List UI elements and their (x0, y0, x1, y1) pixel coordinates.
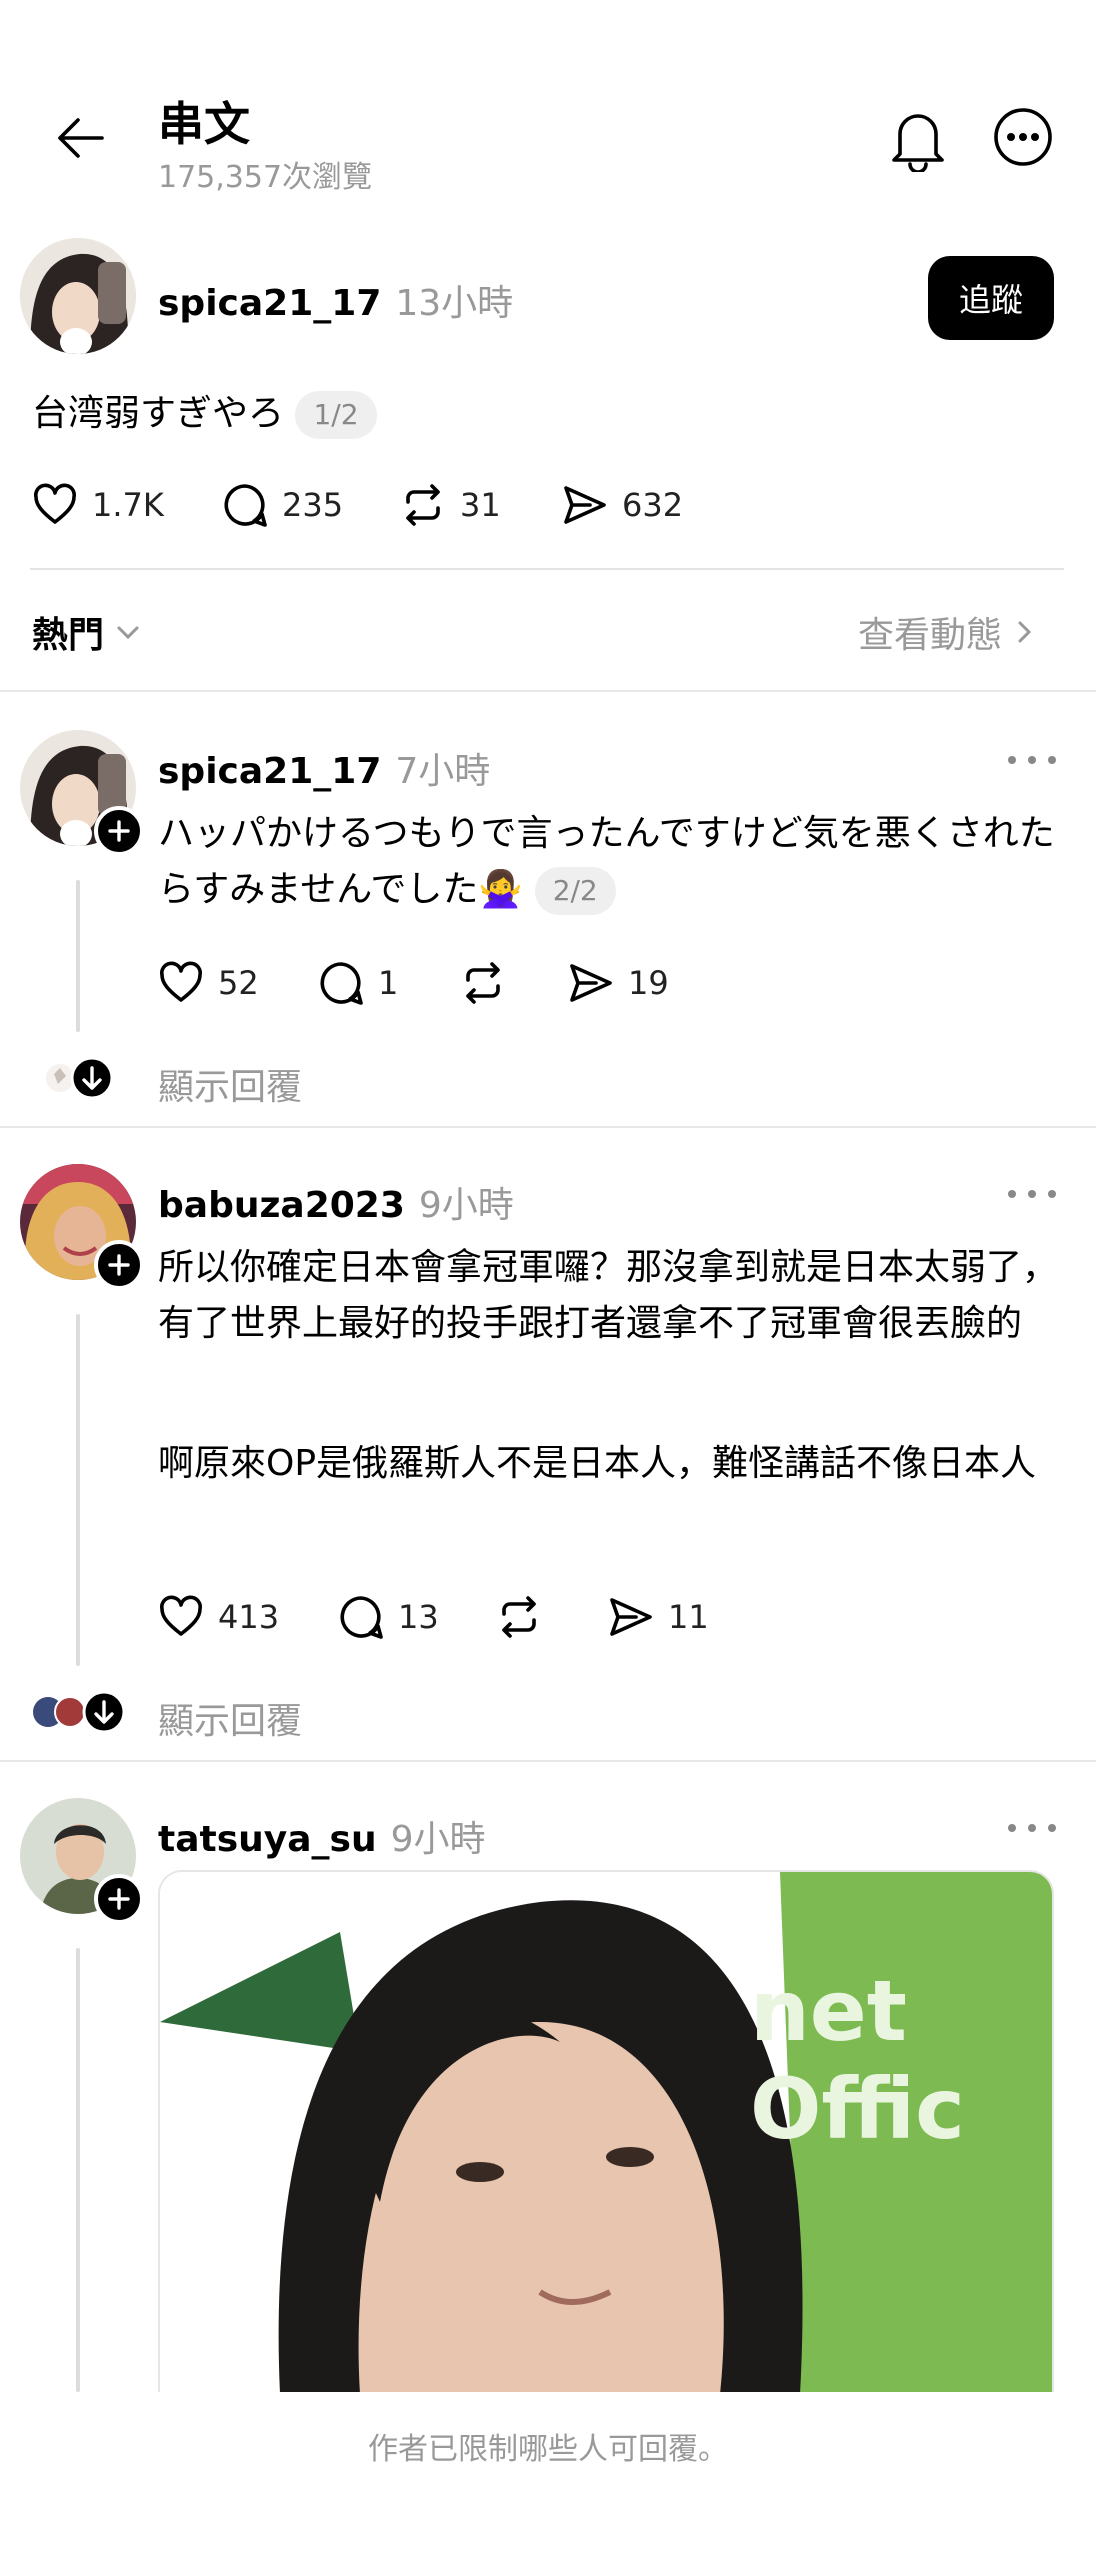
view-activity-link[interactable]: 查看動態 (858, 606, 1038, 658)
reply-text: 所以你確定日本會拿冠軍囉？那沒拿到就是日本太弱了，有了世界上最好的投手跟打者還拿… (158, 1247, 1059, 1344)
share-button[interactable]: 632 (562, 482, 683, 528)
thread-line (76, 880, 80, 1032)
heart-icon (34, 483, 76, 524)
reply-more-button[interactable] (1008, 752, 1056, 768)
show-replies-link[interactable]: 顯示回覆 (158, 1058, 302, 1110)
reply-time: 7小時 (395, 751, 491, 792)
repost-icon (406, 484, 440, 526)
repost-button[interactable] (496, 1594, 542, 1640)
post-time: 13小時 (395, 283, 514, 324)
follow-plus-button[interactable] (94, 1874, 144, 1924)
reply-page-indicator: 2/2 (534, 867, 616, 915)
follow-plus-button[interactable] (94, 1240, 144, 1290)
follow-button[interactable]: 追蹤 (928, 256, 1054, 340)
share-count: 19 (628, 964, 669, 1002)
like-button[interactable]: 52 (158, 960, 259, 1006)
section-divider (0, 1760, 1096, 1762)
back-button[interactable] (50, 108, 110, 168)
repost-icon (466, 962, 500, 1004)
avatar[interactable] (20, 238, 136, 354)
post-username[interactable]: spica21_17 (158, 283, 381, 324)
sort-label: 熱門 (32, 615, 105, 656)
reply-username[interactable]: spica21_17 (158, 751, 381, 792)
thread-line (76, 1314, 80, 1666)
share-button[interactable]: 11 (608, 1594, 709, 1640)
view-count: 175,357次瀏覽 (158, 160, 373, 195)
repost-count: 31 (460, 486, 501, 524)
share-button[interactable]: 19 (568, 960, 669, 1006)
follow-plus-button[interactable] (94, 806, 144, 856)
chevron-right-icon (1018, 621, 1032, 643)
reply-restriction-notice: 作者已限制哪些人可回覆。 (368, 2432, 728, 2467)
comment-button[interactable]: 13 (338, 1594, 439, 1640)
plus-icon (108, 1254, 130, 1276)
post-page-indicator: 1/2 (295, 391, 377, 439)
comment-count: 235 (282, 486, 344, 524)
thread-line (76, 1948, 80, 2392)
send-icon (570, 964, 612, 1002)
share-count: 11 (668, 1598, 709, 1636)
repost-button[interactable]: 31 (400, 482, 501, 528)
page-title: 串文 (158, 97, 250, 151)
reply-more-button[interactable] (1008, 1186, 1056, 1202)
like-count: 413 (218, 1598, 280, 1636)
reply-image[interactable]: net Offic (158, 1870, 1054, 2392)
comment-icon (224, 484, 267, 527)
reply-username[interactable]: babuza2023 (158, 1185, 405, 1226)
plus-icon (108, 1888, 130, 1910)
heart-icon (160, 961, 202, 1002)
comment-icon (320, 962, 363, 1005)
plus-icon (108, 820, 130, 842)
reply-text-paragraph-2: 啊原來OP是俄羅斯人不是日本人，難怪講話不像日本人 (158, 1443, 1037, 1484)
comment-button[interactable]: 1 (318, 960, 398, 1006)
sort-dropdown[interactable]: 熱門 (32, 606, 142, 658)
back-arrow-icon (58, 118, 104, 158)
footer-bar (0, 2392, 1096, 2560)
reply-username[interactable]: tatsuya_su (158, 1819, 377, 1860)
send-icon (564, 486, 606, 524)
share-count: 632 (622, 486, 684, 524)
like-count: 1.7K (92, 486, 164, 524)
like-count: 52 (218, 964, 259, 1002)
like-button[interactable]: 1.7K (32, 482, 164, 528)
image-sign-text: net Offic (750, 1962, 965, 2158)
post-text: 台湾弱すぎやろ (32, 393, 285, 434)
section-divider (0, 1126, 1096, 1128)
comment-count: 1 (378, 964, 399, 1002)
replier-avatars (44, 1056, 116, 1100)
repost-button[interactable] (460, 960, 506, 1006)
show-replies-link[interactable]: 顯示回覆 (158, 1692, 302, 1744)
replier-avatars (32, 1690, 128, 1734)
heart-icon (160, 1595, 202, 1636)
comment-count: 13 (398, 1598, 439, 1636)
repost-icon (502, 1596, 536, 1638)
view-activity-label: 查看動態 (858, 615, 1003, 656)
more-circle-icon (994, 108, 1052, 166)
more-options-button[interactable] (992, 106, 1054, 168)
reply-more-button[interactable] (1008, 1820, 1056, 1836)
divider (30, 568, 1064, 570)
chevron-down-icon (117, 626, 139, 640)
reply-time: 9小時 (390, 1819, 486, 1860)
send-icon (610, 1598, 652, 1636)
notifications-button[interactable] (886, 104, 950, 172)
like-button[interactable]: 413 (158, 1594, 279, 1640)
comment-icon (340, 1596, 383, 1639)
section-divider (0, 690, 1096, 692)
bell-icon (892, 114, 944, 172)
comment-button[interactable]: 235 (222, 482, 343, 528)
reply-time: 9小時 (418, 1185, 514, 1226)
